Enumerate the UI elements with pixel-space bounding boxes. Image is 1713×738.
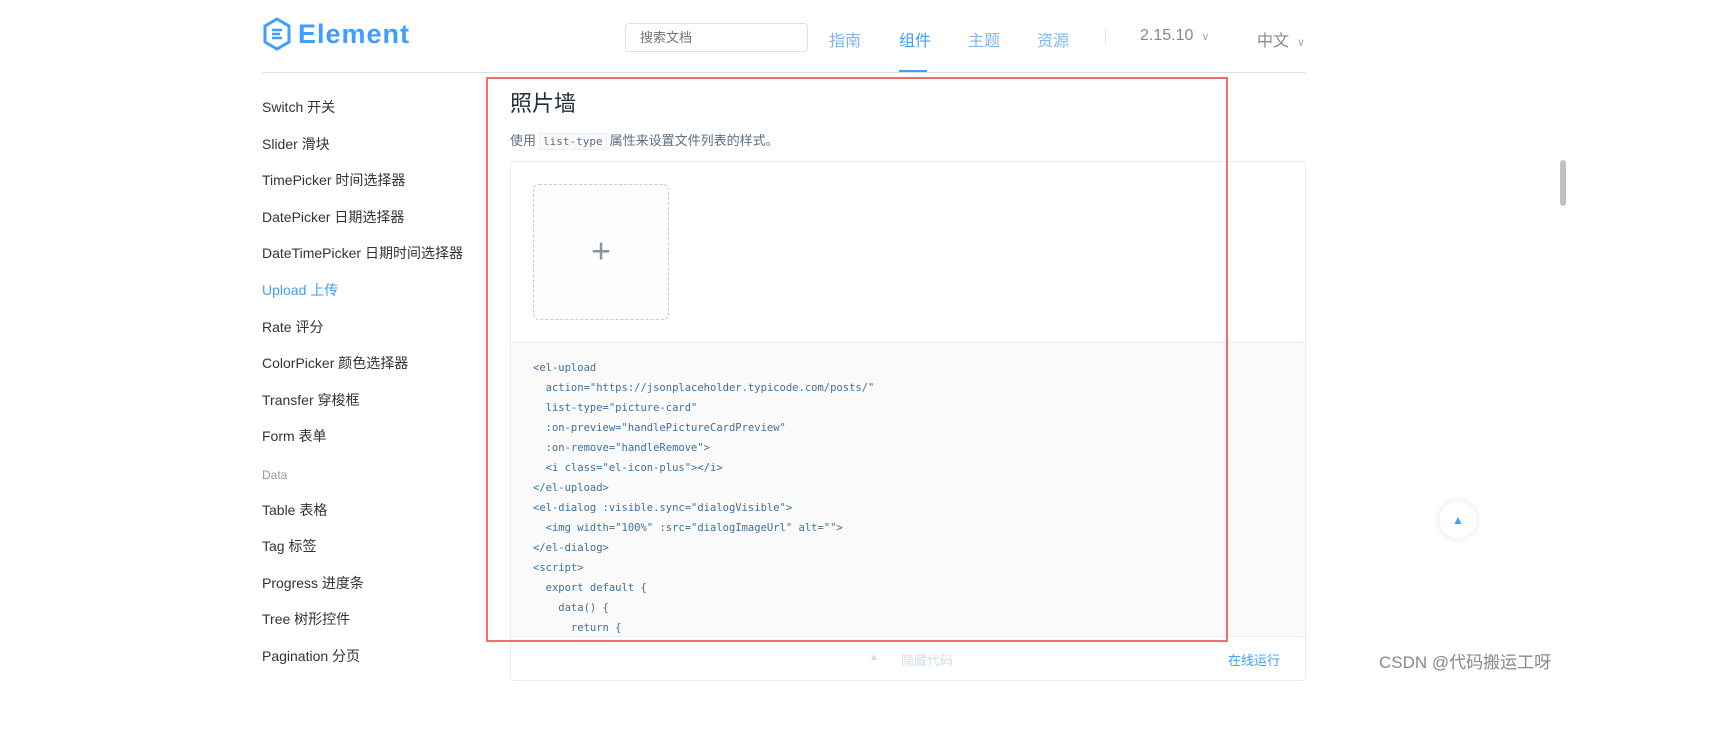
code-line: :on-preview="handlePictureCardPreview" (533, 422, 786, 434)
version-dropdown[interactable]: 2.15.10 ∨ (1140, 27, 1209, 45)
nav-theme[interactable]: 主题 (968, 27, 1000, 51)
back-to-top-button[interactable]: ▲ (1439, 501, 1477, 539)
sidebar-item[interactable]: ColorPicker 颜色选择器 (262, 353, 408, 373)
sidebar-item[interactable]: Table 表格 (262, 500, 327, 520)
nav-active-indicator (899, 70, 927, 72)
language-dropdown[interactable]: 中文 ∨ (1257, 27, 1305, 51)
nav-guide[interactable]: 指南 (829, 27, 861, 51)
language-label: 中文 (1257, 33, 1290, 50)
sidebar-item[interactable]: DatePicker 日期选择器 (262, 207, 404, 227)
run-online-button[interactable]: 在线运行 (1228, 650, 1280, 669)
demo-footer[interactable]: ▲ 隐藏代码 在线运行 (511, 636, 1305, 680)
nav-resource[interactable]: 资源 (1037, 27, 1069, 51)
watermark: CSDN @代码搬运工呀 (1379, 653, 1552, 672)
version-label: 2.15.10 (1140, 27, 1194, 44)
sidebar-group-label: Data (262, 468, 288, 482)
section-description: 使用 list-type 属性来设置文件列表的样式。 (510, 130, 779, 150)
code-line: <i class="el-icon-plus"></i> (533, 462, 723, 474)
nav-component[interactable]: 组件 (899, 27, 931, 51)
sidebar-item[interactable]: Progress 进度条 (262, 573, 364, 593)
sidebar-item[interactable]: Switch 开关 (262, 97, 335, 117)
search-input[interactable] (625, 23, 808, 52)
code-line: <script> (533, 562, 584, 574)
upload-picture-card[interactable]: + (533, 184, 669, 320)
logo-text: Element (298, 18, 411, 49)
sidebar-item[interactable]: Slider 滑块 (262, 134, 330, 154)
sidebar-item[interactable]: Pagination 分页 (262, 646, 360, 666)
sidebar-item[interactable]: Tree 树形控件 (262, 609, 350, 629)
element-logo-icon (263, 17, 291, 51)
code-line: <img width="100%" :src="dialogImageUrl" … (533, 522, 843, 534)
sidebar-item[interactable]: Transfer 穿梭框 (262, 390, 360, 410)
desc-text: 属性来设置文件列表的样式。 (609, 133, 779, 148)
sidebar-item[interactable]: DateTimePicker 日期时间选择器 (262, 243, 463, 263)
chevron-down-icon: ∨ (1201, 31, 1210, 43)
plus-icon: + (591, 232, 611, 271)
sidebar-item[interactable]: Tag 标签 (262, 536, 316, 556)
code-line: data() { (533, 602, 609, 614)
sidebar-item[interactable]: Form 表单 (262, 426, 327, 446)
caret-up-icon: ▲ (869, 652, 879, 663)
code-line: return { (533, 622, 622, 634)
code-line: </el-dialog> (533, 542, 609, 554)
scrollbar-thumb[interactable] (1560, 160, 1566, 206)
desc-text: 使用 (510, 133, 537, 148)
chevron-down-icon: ∨ (1297, 37, 1306, 49)
top-header: Element 指南 组件 主题 资源 2.15.10 ∨ 中文 ∨ (262, 0, 1306, 73)
sidebar-item[interactable]: TimePicker 时间选择器 (262, 170, 405, 190)
code-line: <el-upload (533, 362, 597, 374)
sidebar-item[interactable]: Upload 上传 (262, 280, 338, 300)
divider (1105, 30, 1106, 44)
code-line: export default { (533, 582, 647, 594)
desc-code: list-type (539, 133, 607, 150)
code-block: <el-upload action="https://jsonplacehold… (511, 342, 1305, 636)
code-line: :on-remove="handleRemove"> (533, 442, 711, 454)
code-line: action="https://jsonplaceholder.typicode… (533, 382, 875, 394)
hide-code-button[interactable]: 隐藏代码 (901, 650, 953, 669)
code-line: </el-upload> (533, 482, 609, 494)
element-logo[interactable]: Element (262, 17, 410, 51)
code-line: <el-dialog :visible.sync="dialogVisible"… (533, 502, 793, 514)
demo-block: + <el-upload action="https://jsonplaceho… (510, 161, 1306, 681)
sidebar-item[interactable]: Rate 评分 (262, 317, 323, 337)
caret-up-icon: ▲ (1452, 513, 1464, 527)
section-title: 照片墙 (510, 91, 577, 116)
code-line: list-type="picture-card" (533, 402, 698, 414)
